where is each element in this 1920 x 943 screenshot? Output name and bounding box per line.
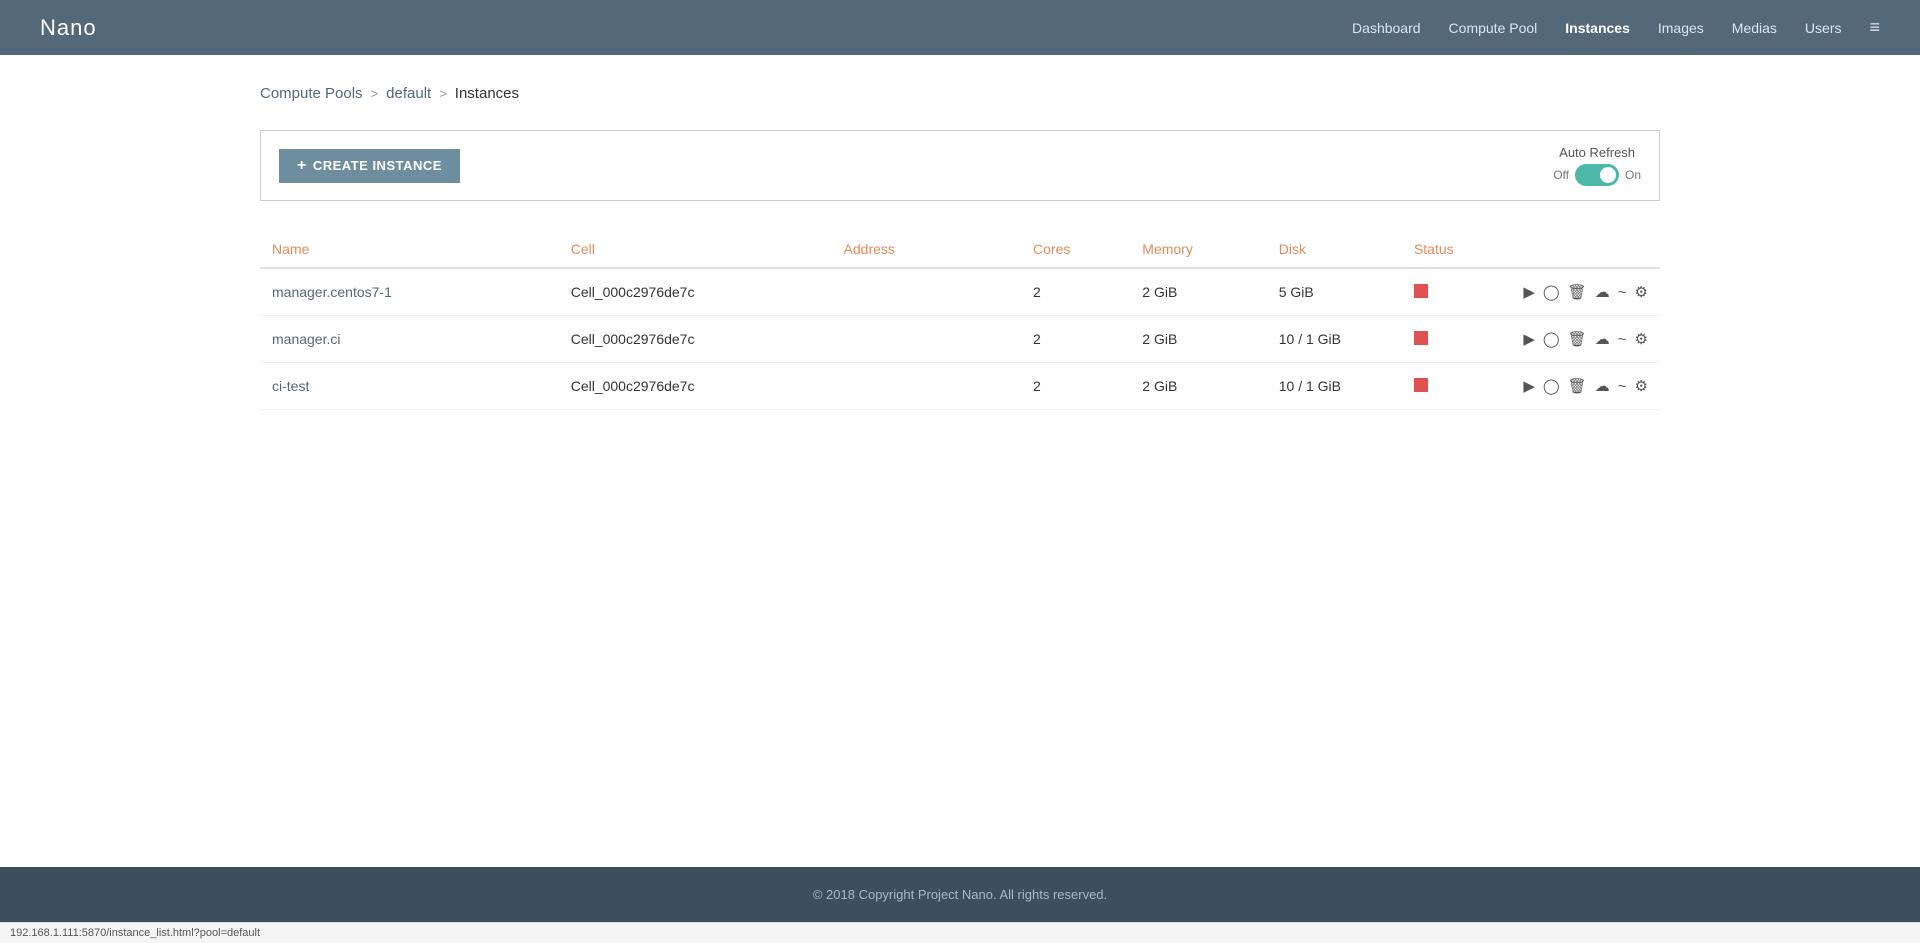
start-icon-2[interactable]: ▶ [1523,377,1535,395]
table-row: manager.centos7-1 Cell_000c2976de7c 2 2 … [260,268,1660,316]
instance-name-link-1[interactable]: manager.ci [272,331,340,347]
instance-disk-1: 10 / 1 GiB [1267,316,1402,363]
instance-status-2 [1402,363,1511,410]
nav-users[interactable]: Users [1805,20,1842,36]
instance-address-1 [832,316,1021,363]
auto-refresh-toggle[interactable] [1575,164,1619,186]
footer: © 2018 Copyright Project Nano. All right… [0,867,1920,922]
start-icon-0[interactable]: ▶ [1523,283,1535,301]
monitor-icon-2[interactable]: ~ [1618,378,1627,395]
auto-refresh-control: Auto Refresh Off On [1553,145,1641,186]
instance-cores-2: 2 [1021,363,1130,410]
toggle-off-label: Off [1553,168,1569,182]
main-content: Compute Pools > default > Instances + CR… [0,55,1920,867]
hamburger-menu-icon[interactable]: ≡ [1869,17,1880,38]
action-group-0: ▶ ◯ 🗑 ☁ ~ ⚙ [1523,283,1648,301]
toolbar: + CREATE INSTANCE Auto Refresh Off On [260,130,1660,201]
upload-icon-0[interactable]: ☁ [1595,283,1610,301]
action-group-2: ▶ ◯ 🗑 ☁ ~ ⚙ [1523,377,1648,395]
col-header-cores: Cores [1021,231,1130,268]
delete-icon-2[interactable]: 🗑 [1568,377,1587,395]
stop-icon-2[interactable]: ◯ [1543,377,1560,395]
instances-table: Name Cell Address Cores Memory Disk Stat… [260,231,1660,410]
plus-icon: + [297,157,307,175]
nav-images[interactable]: Images [1658,20,1704,36]
settings-icon-1[interactable]: ⚙ [1634,330,1647,348]
col-header-name: Name [260,231,559,268]
col-header-memory: Memory [1130,231,1266,268]
instance-memory-1: 2 GiB [1130,316,1266,363]
nav-dashboard[interactable]: Dashboard [1352,20,1421,36]
statusbar: 192.168.1.111:5870/instance_list.html?po… [0,922,1920,943]
monitor-icon-1[interactable]: ~ [1618,331,1627,348]
status-stopped-icon-1 [1414,331,1428,345]
instance-name-link-2[interactable]: ci-test [272,378,309,394]
main-nav: Dashboard Compute Pool Instances Images … [1352,17,1880,38]
breadcrumb-sep-2: > [439,86,447,101]
status-stopped-icon-0 [1414,284,1428,298]
table-header-row: Name Cell Address Cores Memory Disk Stat… [260,231,1660,268]
breadcrumb-current: Instances [455,85,519,102]
upload-icon-2[interactable]: ☁ [1595,377,1610,395]
col-header-cell: Cell [559,231,832,268]
breadcrumb: Compute Pools > default > Instances [260,85,1660,102]
instance-name-link-0[interactable]: manager.centos7-1 [272,284,392,300]
instance-address-0 [832,268,1021,316]
header: Nano Dashboard Compute Pool Instances Im… [0,0,1920,55]
instance-memory-2: 2 GiB [1130,363,1266,410]
instance-actions-1: ▶ ◯ 🗑 ☁ ~ ⚙ [1511,316,1660,363]
delete-icon-1[interactable]: 🗑 [1568,330,1587,348]
settings-icon-0[interactable]: ⚙ [1634,283,1647,301]
start-icon-1[interactable]: ▶ [1523,330,1535,348]
instance-disk-2: 10 / 1 GiB [1267,363,1402,410]
statusbar-url: 192.168.1.111:5870/instance_list.html?po… [10,927,260,939]
toggle-thumb [1600,167,1616,183]
instance-cell-1: Cell_000c2976de7c [559,316,832,363]
table-body: manager.centos7-1 Cell_000c2976de7c 2 2 … [260,268,1660,410]
col-header-disk: Disk [1267,231,1402,268]
instance-disk-0: 5 GiB [1267,268,1402,316]
action-group-1: ▶ ◯ 🗑 ☁ ~ ⚙ [1523,330,1648,348]
stop-icon-0[interactable]: ◯ [1543,283,1560,301]
copyright-text: © 2018 Copyright Project Nano. All right… [813,887,1107,902]
instance-status-1 [1402,316,1511,363]
status-stopped-icon-2 [1414,378,1428,392]
col-header-address: Address [832,231,1021,268]
monitor-icon-0[interactable]: ~ [1618,284,1627,301]
toggle-row: Off On [1553,164,1641,186]
breadcrumb-pool-name[interactable]: default [386,85,431,102]
instance-address-2 [832,363,1021,410]
toggle-track [1575,164,1619,186]
instance-name-2: ci-test [260,363,559,410]
col-header-actions [1511,231,1660,268]
instance-actions-2: ▶ ◯ 🗑 ☁ ~ ⚙ [1511,363,1660,410]
settings-icon-2[interactable]: ⚙ [1634,377,1647,395]
breadcrumb-sep-1: > [371,86,379,101]
create-instance-button[interactable]: + CREATE INSTANCE [279,149,460,183]
instance-memory-0: 2 GiB [1130,268,1266,316]
nav-instances[interactable]: Instances [1565,20,1630,36]
nav-compute-pool[interactable]: Compute Pool [1449,20,1538,36]
instance-cell-0: Cell_000c2976de7c [559,268,832,316]
breadcrumb-compute-pools[interactable]: Compute Pools [260,85,363,102]
instance-actions-0: ▶ ◯ 🗑 ☁ ~ ⚙ [1511,268,1660,316]
col-header-status: Status [1402,231,1511,268]
table-row: ci-test Cell_000c2976de7c 2 2 GiB 10 / 1… [260,363,1660,410]
app-logo: Nano [40,15,97,41]
create-instance-label: CREATE INSTANCE [313,158,442,173]
table-row: manager.ci Cell_000c2976de7c 2 2 GiB 10 … [260,316,1660,363]
instance-cores-1: 2 [1021,316,1130,363]
instance-name-0: manager.centos7-1 [260,268,559,316]
toggle-on-label: On [1625,168,1641,182]
instance-status-0 [1402,268,1511,316]
nav-medias[interactable]: Medias [1732,20,1777,36]
instance-cell-2: Cell_000c2976de7c [559,363,832,410]
stop-icon-1[interactable]: ◯ [1543,330,1560,348]
upload-icon-1[interactable]: ☁ [1595,330,1610,348]
instance-cores-0: 2 [1021,268,1130,316]
table-header: Name Cell Address Cores Memory Disk Stat… [260,231,1660,268]
delete-icon-0[interactable]: 🗑 [1568,283,1587,301]
instance-name-1: manager.ci [260,316,559,363]
auto-refresh-label: Auto Refresh [1559,145,1635,160]
